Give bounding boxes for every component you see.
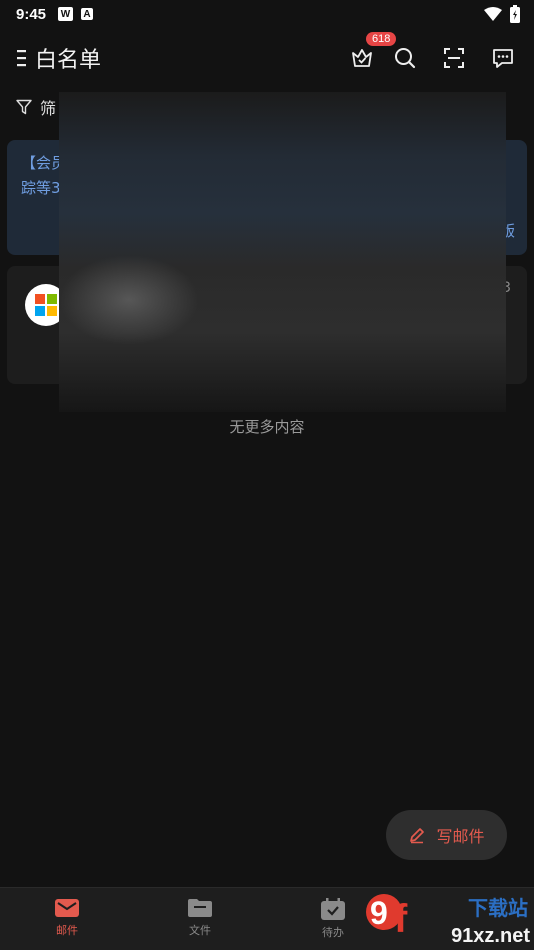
tab-mail[interactable]: 邮件 xyxy=(27,898,107,938)
status-time: 9:45 xyxy=(16,5,47,23)
svg-text:9: 9 xyxy=(370,895,388,931)
member-crown-button[interactable] xyxy=(348,44,376,72)
chat-icon xyxy=(493,49,513,68)
compose-label: 写邮件 xyxy=(436,827,485,846)
tab-mail-label: 邮件 xyxy=(56,924,78,937)
app-header: 白名单 618 xyxy=(0,32,534,78)
wifi-icon xyxy=(484,7,502,21)
tab-files[interactable]: 文件 xyxy=(160,898,240,938)
site-watermark: 9 f 下载站 91xz.net xyxy=(362,888,534,950)
a-notification-icon: A xyxy=(81,8,94,20)
folder-icon xyxy=(188,899,212,917)
message-button[interactable] xyxy=(489,44,517,72)
scan-icon xyxy=(444,48,464,68)
watermark-cn: 下载站 xyxy=(468,896,528,920)
status-indicators xyxy=(484,5,520,23)
svg-text:f: f xyxy=(394,897,408,941)
battery-charging-icon xyxy=(510,5,520,23)
tab-todo-label: 待办 xyxy=(322,926,344,939)
blurred-highlight xyxy=(59,255,199,345)
crown-icon xyxy=(352,49,372,67)
search-button[interactable] xyxy=(391,44,419,72)
pencil-icon xyxy=(410,828,425,844)
blurred-overlay xyxy=(59,92,506,412)
scan-button[interactable] xyxy=(440,44,468,72)
tab-files-label: 文件 xyxy=(189,924,211,937)
wps-notification-icon: W xyxy=(58,7,74,21)
menu-icon[interactable] xyxy=(17,49,27,67)
compose-button[interactable]: 写邮件 xyxy=(386,810,507,860)
filter-label: 筛 xyxy=(40,99,57,118)
status-bar: 9:45 W A xyxy=(0,0,534,28)
search-icon xyxy=(395,48,416,69)
mail-icon xyxy=(55,899,79,917)
list-end-text: 无更多内容 xyxy=(229,418,305,436)
watermark-logo-icon: 9 f xyxy=(366,894,408,941)
page-title: 白名单 xyxy=(35,48,102,73)
microsoft-logo-icon xyxy=(35,294,57,316)
filter-button[interactable]: 筛 xyxy=(16,96,56,118)
watermark-site: 91xz.net xyxy=(451,925,530,947)
tab-todo[interactable]: 待办 xyxy=(293,898,373,940)
filter-icon xyxy=(16,99,32,115)
calendar-check-icon xyxy=(321,898,345,920)
